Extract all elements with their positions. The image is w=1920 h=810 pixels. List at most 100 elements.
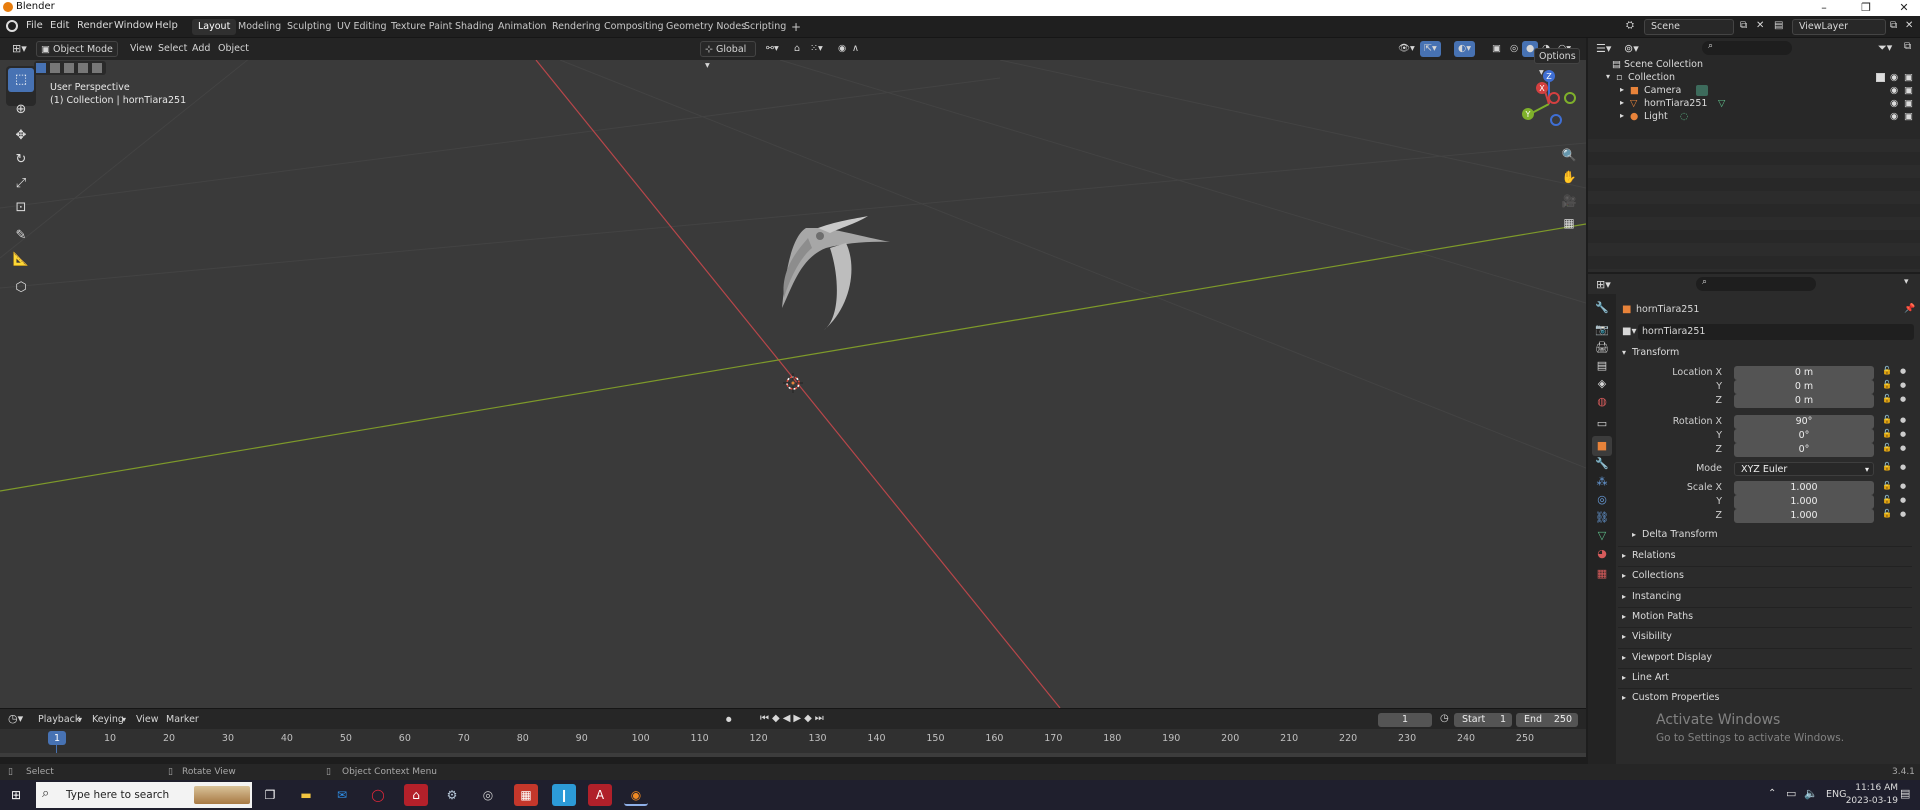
- tab-texture-paint[interactable]: Texture Paint: [385, 19, 458, 35]
- menu-object[interactable]: Object: [214, 41, 253, 57]
- clock-icon[interactable]: ◷▾: [8, 712, 23, 725]
- keyframe-dot-icon[interactable]: ●: [1900, 510, 1906, 518]
- minimize-icon[interactable]: –: [1804, 0, 1844, 16]
- view-layer-selector[interactable]: ViewLayer: [1792, 19, 1886, 35]
- texture-tab-icon[interactable]: ▦: [1592, 564, 1612, 584]
- keyframe-dot-icon[interactable]: ●: [1900, 367, 1906, 375]
- panel-header-motion-paths[interactable]: ▸ Motion Paths: [1618, 606, 1912, 625]
- panel-header-collections[interactable]: ▸ Collections: [1618, 566, 1912, 584]
- camera-render-icon[interactable]: ▣: [1904, 111, 1913, 122]
- lock-icon[interactable]: 🔓: [1882, 394, 1892, 403]
- menu-add[interactable]: Add: [188, 41, 214, 57]
- file-explorer-icon[interactable]: ▬: [294, 784, 318, 806]
- lock-icon[interactable]: 🔓: [1882, 462, 1892, 471]
- location-z-field[interactable]: 0 m: [1734, 394, 1874, 408]
- tab-uv-editing[interactable]: UV Editing: [331, 19, 393, 35]
- rotation-mode-select[interactable]: XYZ Euler ▾: [1734, 462, 1874, 476]
- keyframe-dot-icon[interactable]: ●: [1900, 395, 1906, 403]
- expand-icon[interactable]: ▸: [1620, 98, 1624, 107]
- notifications-icon[interactable]: ▤: [1900, 787, 1910, 800]
- zoom-icon[interactable]: 🔍: [1558, 144, 1580, 166]
- maximize-icon[interactable]: ❐: [1846, 0, 1886, 16]
- clock-date[interactable]: 2023-03-19: [1836, 796, 1898, 806]
- object-tab-icon[interactable]: ■: [1592, 436, 1612, 456]
- lock-icon[interactable]: 🔓: [1882, 443, 1892, 452]
- app-red-icon[interactable]: ▦: [514, 784, 538, 806]
- output-tab-icon[interactable]: 🖨: [1592, 338, 1612, 358]
- new-scene-icon[interactable]: ⧉: [1740, 20, 1747, 31]
- material-tab-icon[interactable]: ◕: [1592, 544, 1612, 564]
- remove-scene-icon[interactable]: ✕: [1756, 20, 1764, 31]
- panel-header-viewport-display[interactable]: ▸ Viewport Display: [1618, 647, 1912, 666]
- outliner-row-light[interactable]: ▸ ● Light ◌ ◉ ▣: [1588, 110, 1920, 125]
- snap-icon[interactable]: ⌂: [790, 41, 804, 57]
- menu-marker[interactable]: Marker: [162, 712, 203, 728]
- playback-controls[interactable]: ⏮◆◀▶◆⏭: [760, 713, 827, 724]
- remove-view-layer-icon[interactable]: ✕: [1905, 20, 1913, 31]
- app-dark-red-icon[interactable]: A: [588, 784, 612, 806]
- lock-icon[interactable]: 🔓: [1882, 380, 1892, 389]
- measure-tool[interactable]: 📐: [8, 248, 34, 272]
- scale-tool[interactable]: ⤢: [8, 172, 34, 196]
- select-new-icon[interactable]: [36, 63, 46, 73]
- camera-view-icon[interactable]: 🎥: [1558, 190, 1580, 212]
- panel-options-icon[interactable]: ▾: [1904, 277, 1909, 287]
- select-subtract-icon[interactable]: [64, 63, 74, 73]
- scene-tab-icon[interactable]: ◈: [1592, 374, 1612, 394]
- windows-start-icon[interactable]: ⊞: [4, 784, 28, 806]
- blender-taskbar-icon[interactable]: ◉: [624, 784, 648, 806]
- record-icon[interactable]: ⏺: [726, 713, 732, 727]
- pin-icon[interactable]: 📌: [1904, 304, 1915, 314]
- lock-icon[interactable]: 🔓: [1882, 509, 1892, 518]
- scale-y-field[interactable]: 1.000: [1734, 495, 1874, 509]
- start-frame-field[interactable]: Start 1: [1454, 713, 1512, 727]
- filter-icon[interactable]: ⏷▾: [1878, 41, 1892, 55]
- cursor-tool[interactable]: ⊕: [8, 98, 34, 122]
- volume-icon[interactable]: 🔈: [1804, 787, 1818, 800]
- eye-icon[interactable]: ◉: [1890, 111, 1898, 122]
- properties-editor-type-icon[interactable]: ⊞▾: [1596, 278, 1611, 291]
- outliner-editor-type-icon[interactable]: ☰▾: [1596, 42, 1611, 55]
- menu-help[interactable]: Help: [155, 20, 178, 31]
- physics-tab-icon[interactable]: ◎: [1592, 490, 1612, 510]
- menu-view-timeline[interactable]: View: [132, 712, 163, 728]
- object-data-icon[interactable]: ■▾: [1622, 326, 1636, 337]
- camera-render-icon[interactable]: ▣: [1904, 85, 1913, 96]
- eye-icon[interactable]: ◉: [1890, 85, 1898, 96]
- eye-icon[interactable]: ◉: [1890, 98, 1898, 109]
- wireframe-shading-icon[interactable]: ◎: [1506, 41, 1522, 57]
- keyframe-dot-icon[interactable]: ●: [1900, 463, 1906, 471]
- keyframe-dot-icon[interactable]: ●: [1900, 381, 1906, 389]
- steam-icon[interactable]: ⚙: [440, 784, 464, 806]
- lock-icon[interactable]: 🔓: [1882, 366, 1892, 375]
- collection-tab-icon[interactable]: ▭: [1592, 414, 1612, 434]
- expand-icon[interactable]: ▾: [1606, 72, 1610, 81]
- rotation-y-field[interactable]: 0°: [1734, 429, 1874, 443]
- rotation-z-field[interactable]: 0°: [1734, 443, 1874, 457]
- outliner-search-input[interactable]: ⌕: [1702, 41, 1792, 55]
- tab-sculpting[interactable]: Sculpting: [281, 19, 337, 35]
- mail-icon[interactable]: ✉: [330, 784, 354, 806]
- panel-header-line-art[interactable]: ▸ Line Art: [1618, 667, 1912, 686]
- keyframe-dot-icon[interactable]: ●: [1900, 482, 1906, 490]
- keyframe-dot-icon[interactable]: ●: [1900, 444, 1906, 452]
- transform-tool[interactable]: ⊡: [8, 196, 34, 220]
- network-icon[interactable]: ▭: [1786, 787, 1796, 800]
- visibility-icon[interactable]: 👁▾: [1394, 41, 1419, 57]
- navigation-gizmo[interactable]: Z Y X: [1516, 68, 1582, 134]
- menu-render[interactable]: Render: [77, 20, 113, 31]
- clock-time[interactable]: 11:16 AM: [1836, 783, 1898, 793]
- annotate-tool[interactable]: ✎: [8, 224, 34, 248]
- menu-window[interactable]: Window: [114, 20, 153, 31]
- mode-selector[interactable]: ▣ Object Mode ▾: [36, 41, 118, 71]
- view-layer-tab-icon[interactable]: ▤: [1592, 356, 1612, 376]
- timeline-scrollbar[interactable]: [0, 753, 1586, 757]
- show-hidden-icon[interactable]: ⌃: [1768, 788, 1776, 799]
- tab-modeling[interactable]: Modeling: [232, 19, 287, 35]
- perspective-toggle-icon[interactable]: ▦: [1558, 212, 1580, 234]
- menu-edit[interactable]: Edit: [50, 20, 69, 31]
- data-tab-icon[interactable]: ▽: [1592, 526, 1612, 546]
- preview-range-icon[interactable]: ◷: [1440, 713, 1449, 724]
- location-x-field[interactable]: 0 m: [1734, 366, 1874, 380]
- tab-animation[interactable]: Animation: [492, 19, 552, 35]
